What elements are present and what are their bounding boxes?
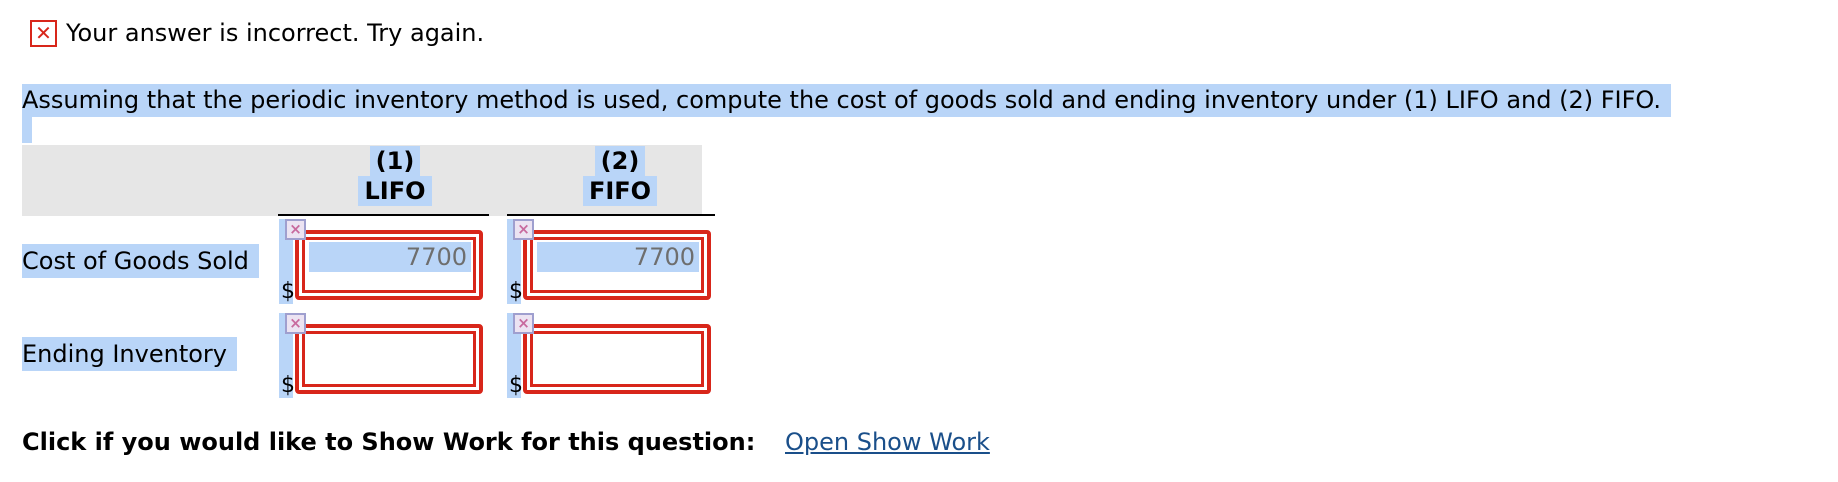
cogs-lifo-input[interactable]	[309, 242, 471, 272]
column-label: FIFO	[582, 176, 658, 206]
ending-inventory-fifo-input[interactable]	[537, 336, 699, 366]
ending-inventory-fifo-cell: $ ×	[507, 313, 715, 398]
error-x-icon: ×	[513, 219, 534, 240]
column-rule-fifo	[507, 214, 715, 216]
ending-inventory-lifo-field	[295, 324, 483, 394]
error-x-icon: ×	[285, 219, 306, 240]
error-x-icon: ×	[285, 313, 306, 334]
column-number: (2)	[594, 146, 646, 176]
cogs-lifo-cell: $ ×	[279, 219, 487, 304]
cogs-fifo-cell: $ ×	[507, 219, 715, 304]
currency-symbol: $	[509, 373, 523, 398]
column-header-lifo: (1) LIFO	[345, 146, 445, 206]
column-rule-lifo	[278, 214, 489, 216]
cogs-lifo-field	[295, 230, 483, 300]
currency-symbol: $	[281, 373, 295, 398]
feedback-text: Your answer is incorrect. Try again.	[66, 19, 485, 47]
column-header-fifo: (2) FIFO	[570, 146, 670, 206]
ending-inventory-fifo-field	[523, 324, 711, 394]
open-show-work-link[interactable]: Open Show Work	[785, 425, 990, 459]
row-label-ending-inventory: Ending Inventory	[22, 337, 237, 371]
cogs-fifo-field	[523, 230, 711, 300]
error-x-icon: ✕	[30, 19, 57, 47]
question-text: Assuming that the periodic inventory met…	[22, 84, 1671, 117]
error-x-icon: ×	[513, 313, 534, 334]
ending-inventory-lifo-cell: $ ×	[279, 313, 487, 398]
feedback-message: ✕ Your answer is incorrect. Try again.	[30, 16, 484, 50]
currency-symbol: $	[509, 279, 523, 304]
row-label-cost-of-goods-sold: Cost of Goods Sold	[22, 244, 259, 278]
column-label: LIFO	[358, 176, 432, 206]
ending-inventory-lifo-input[interactable]	[309, 336, 471, 366]
show-work-prompt: Click if you would like to Show Work for…	[22, 428, 756, 456]
cogs-fifo-input[interactable]	[537, 242, 699, 272]
selection-tail	[22, 117, 32, 143]
currency-symbol: $	[281, 279, 295, 304]
column-number: (1)	[369, 146, 421, 176]
